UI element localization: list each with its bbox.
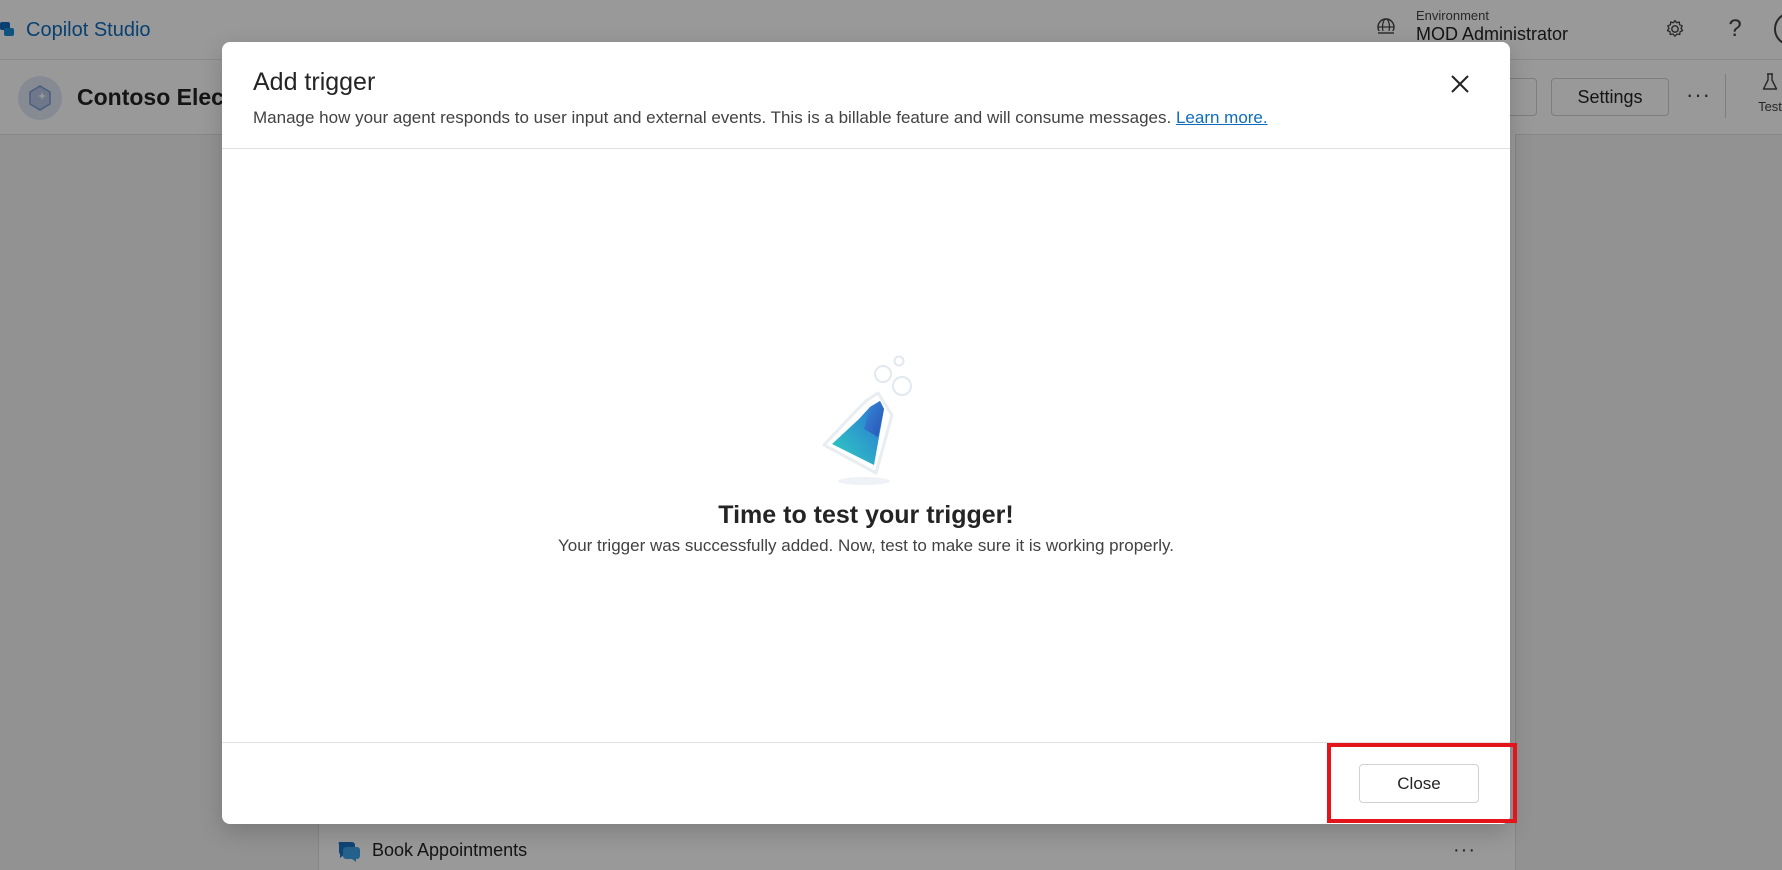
dialog-body: Time to test your trigger! Your trigger … <box>222 149 1510 742</box>
body-subtitle: Your trigger was successfully added. Now… <box>557 536 1175 555</box>
add-trigger-dialog: Add trigger Manage how your agent respon… <box>222 42 1510 824</box>
close-icon <box>1451 75 1469 93</box>
close-button[interactable]: Close <box>1359 764 1479 803</box>
app-window: Copilot Studio Environment MOD Administr… <box>0 0 1782 870</box>
dialog-close-button[interactable] <box>1444 68 1476 100</box>
body-title: Time to test your trigger! <box>718 501 1014 529</box>
test-flask-icon <box>822 355 912 485</box>
dialog-header: Add trigger Manage how your agent respon… <box>222 42 1510 149</box>
dialog-description: Manage how your agent responds to user i… <box>253 108 1268 128</box>
learn-more-link[interactable]: Learn more. <box>1176 108 1268 127</box>
dialog-footer: Close <box>222 742 1510 825</box>
dialog-description-text: Manage how your agent responds to user i… <box>253 108 1172 127</box>
dialog-title: Add trigger <box>253 68 376 96</box>
